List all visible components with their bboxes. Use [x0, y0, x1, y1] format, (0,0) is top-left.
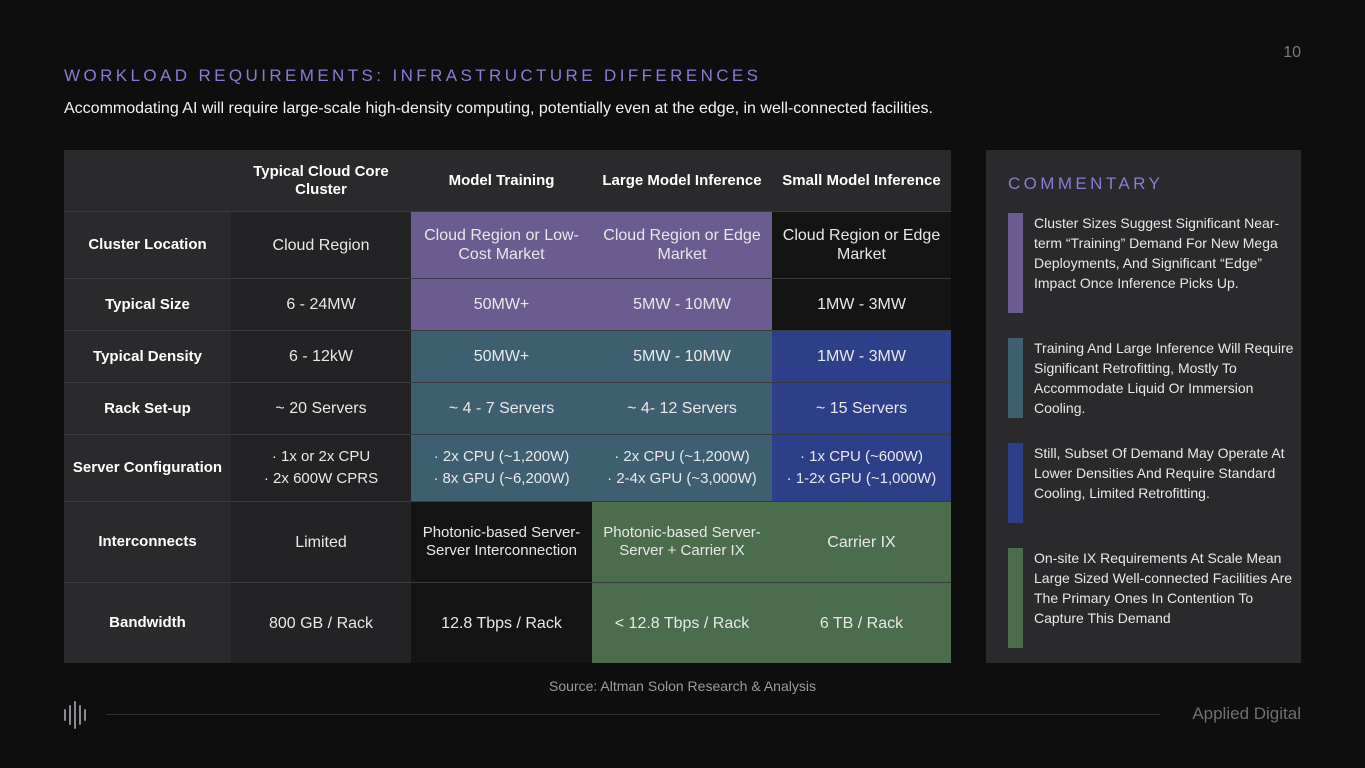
commentary-item: On-site IX Requirements At Scale Mean La… — [1008, 548, 1292, 648]
commentary-panel: COMMENTARY Cluster Sizes Suggest Signifi… — [986, 150, 1301, 663]
commentary-text: Still, Subset Of Demand May Operate At L… — [1034, 445, 1285, 501]
table-cell: Photonic-based Server-Server Interconnec… — [411, 502, 592, 583]
row-label: Cluster Location — [64, 212, 231, 279]
table-cell: ~ 20 Servers — [231, 383, 411, 435]
commentary-item: Still, Subset Of Demand May Operate At L… — [1008, 443, 1288, 523]
column-header: Typical Cloud Core Cluster — [231, 150, 411, 212]
table-cell: 6 - 12kW — [231, 331, 411, 383]
table-cell: ~ 15 Servers — [772, 383, 951, 435]
table-header-corner — [64, 150, 231, 212]
table-cell: < 12.8 Tbps / Rack — [592, 583, 772, 663]
config-line: · 2x 600W CPRS — [263, 470, 379, 487]
commentary-text: Training And Large Inference Will Requir… — [1034, 340, 1294, 416]
row-label: Typical Size — [64, 279, 231, 331]
table-cell: ~ 4 - 7 Servers — [411, 383, 592, 435]
column-header: Large Model Inference — [592, 150, 772, 212]
row-label: Server Configuration — [64, 435, 231, 502]
table-cell: Cloud Region or Edge Market — [772, 212, 951, 279]
color-bar-purple — [1008, 213, 1023, 313]
table-cell: · 2x CPU (~1,200W) · 8x GPU (~6,200W) — [411, 435, 592, 502]
table-cell: · 1x CPU (~600W) · 1-2x GPU (~1,000W) — [772, 435, 951, 502]
commentary-item: Training And Large Inference Will Requir… — [1008, 338, 1293, 418]
table-cell: 12.8 Tbps / Rack — [411, 583, 592, 663]
table-cell: 5MW - 10MW — [592, 279, 772, 331]
commentary-item: Cluster Sizes Suggest Significant Near-t… — [1008, 213, 1288, 313]
column-header: Model Training — [411, 150, 592, 212]
table-cell: 6 TB / Rack — [772, 583, 951, 663]
table-cell: 50MW+ — [411, 331, 592, 383]
table-cell: 50MW+ — [411, 279, 592, 331]
commentary-title: COMMENTARY — [1008, 174, 1164, 193]
table-cell: 1MW - 3MW — [772, 279, 951, 331]
brand-name: Applied Digital — [1192, 704, 1301, 723]
table-cell: Cloud Region or Edge Market — [592, 212, 772, 279]
page-title: WORKLOAD REQUIREMENTS: INFRASTRUCTURE DI… — [64, 66, 762, 85]
applied-digital-logo-icon — [63, 700, 89, 735]
table-cell: Limited — [231, 502, 411, 583]
row-label: Rack Set-up — [64, 383, 231, 435]
page-subtitle: Accommodating AI will require large-scal… — [64, 100, 933, 117]
page-number: 10 — [1283, 44, 1301, 61]
commentary-text: Cluster Sizes Suggest Significant Near-t… — [1034, 215, 1280, 291]
config-line: · 1-2x GPU (~1,000W) — [786, 470, 937, 487]
table-cell: 6 - 24MW — [231, 279, 411, 331]
config-line: · 1x CPU (~600W) — [800, 448, 923, 465]
config-line: · 2x CPU (~1,200W) — [614, 448, 750, 465]
table-cell: ~ 4- 12 Servers — [592, 383, 772, 435]
row-label: Typical Density — [64, 331, 231, 383]
footer-divider — [106, 714, 1160, 715]
row-label: Interconnects — [64, 502, 231, 583]
row-label: Bandwidth — [64, 583, 231, 663]
config-line: · 8x GPU (~6,200W) — [433, 470, 570, 487]
table-cell: · 2x CPU (~1,200W) · 2-4x GPU (~3,000W) — [592, 435, 772, 502]
config-line: · 1x or 2x CPU — [271, 448, 371, 465]
column-header: Small Model Inference — [772, 150, 951, 212]
color-bar-green — [1008, 548, 1023, 648]
comparison-table: Typical Cloud Core Cluster Model Trainin… — [64, 150, 951, 663]
commentary-text: On-site IX Requirements At Scale Mean La… — [1034, 550, 1293, 626]
table-cell: Cloud Region or Low-Cost Market — [411, 212, 592, 279]
config-line: · 2x CPU (~1,200W) — [433, 448, 570, 465]
table-cell: Cloud Region — [231, 212, 411, 279]
config-line: · 2-4x GPU (~3,000W) — [607, 470, 757, 487]
table-cell: Carrier IX — [772, 502, 951, 583]
table-cell: 1MW - 3MW — [772, 331, 951, 383]
source-note: Source: Altman Solon Research & Analysis — [549, 678, 816, 694]
table-cell: 800 GB / Rack — [231, 583, 411, 663]
color-bar-teal — [1008, 338, 1023, 418]
table-cell: · 1x or 2x CPU · 2x 600W CPRS — [231, 435, 411, 502]
color-bar-blue — [1008, 443, 1023, 523]
table-cell: Photonic-based Server-Server + Carrier I… — [592, 502, 772, 583]
table-cell: 5MW - 10MW — [592, 331, 772, 383]
